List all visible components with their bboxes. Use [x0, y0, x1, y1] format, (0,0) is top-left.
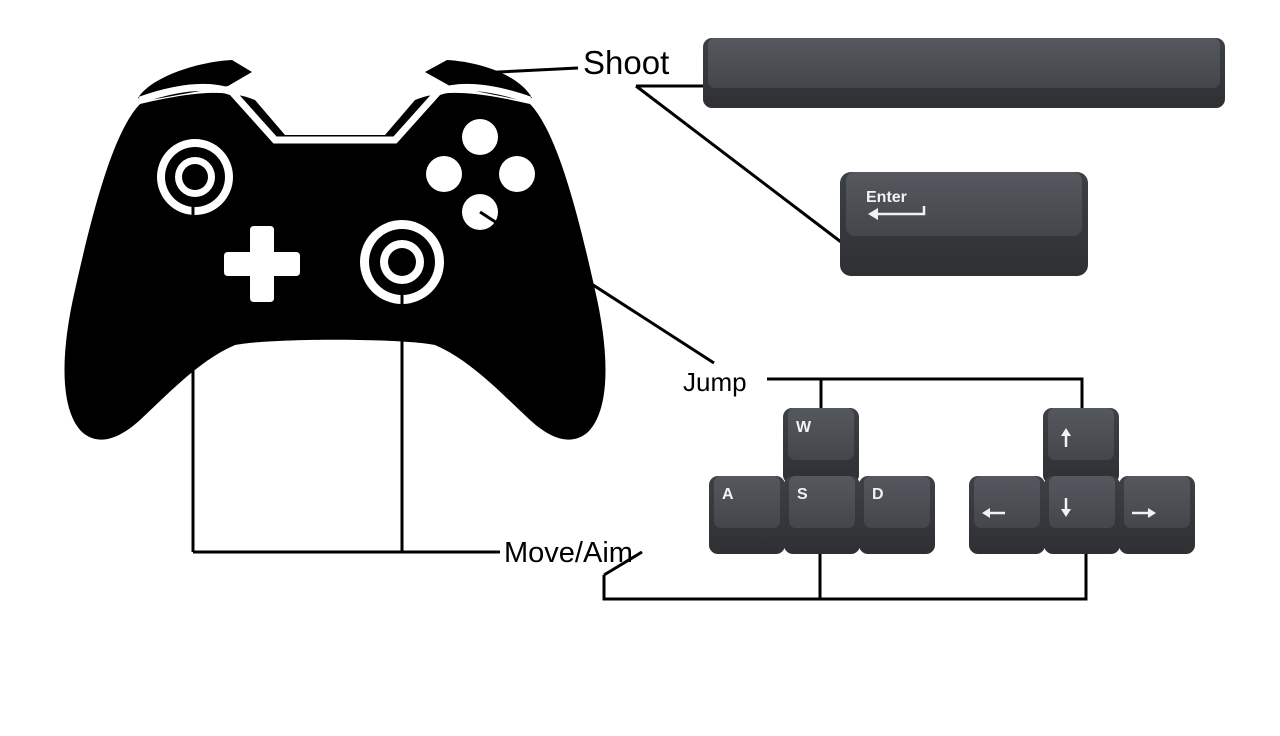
key-s-label: S — [797, 486, 808, 503]
face-button-x — [426, 156, 462, 192]
key-w-label: W — [796, 419, 812, 436]
guide-button — [311, 82, 355, 126]
enter-key: Enter — [840, 172, 1088, 276]
key-arrow-right — [1119, 476, 1195, 554]
move-line-keys — [602, 552, 1088, 601]
jump-line-keys — [767, 377, 1084, 410]
key-s: S — [784, 476, 860, 554]
key-d: D — [859, 476, 935, 554]
shoot-label: Shoot — [583, 44, 669, 81]
key-arrow-left — [969, 476, 1045, 554]
jump-label: Jump — [683, 367, 747, 397]
controller-icon — [64, 60, 606, 440]
face-button-b — [499, 156, 535, 192]
spacebar-key — [703, 38, 1225, 108]
shoot-line-enter — [635, 84, 846, 247]
key-a: A — [709, 476, 785, 554]
key-d-label: D — [872, 486, 884, 503]
move-aim-label: Move/Aim — [504, 537, 633, 569]
key-a-label: A — [722, 486, 734, 503]
enter-key-label: Enter — [866, 189, 907, 206]
controls-diagram: Shoot Jump Move/Aim Enter W A S D — [64, 38, 1225, 601]
key-arrow-up — [1043, 408, 1119, 484]
key-arrow-down — [1044, 476, 1120, 554]
key-w: W — [783, 408, 859, 484]
face-button-y — [462, 119, 498, 155]
controller-body — [64, 92, 606, 440]
